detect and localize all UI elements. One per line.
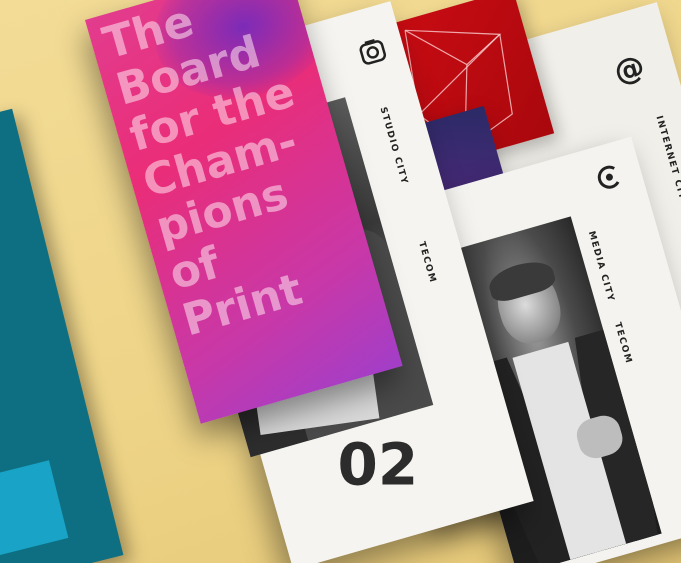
c-logo-icon <box>597 165 620 189</box>
camera-c-logo-icon <box>359 39 387 65</box>
location-label-internet-city: INTERNET CITY <box>653 114 681 209</box>
location-label-tecom: TECOM <box>416 240 438 285</box>
brochure-mockup-scene: @ INTERNET CITY e L n s <box>0 0 681 563</box>
location-label-studio-city: STUDIO CITY <box>377 106 410 187</box>
at-sign-icon: @ <box>610 48 649 91</box>
location-label-tecom: TECOM <box>612 321 634 366</box>
page-number: 02 <box>337 430 419 499</box>
